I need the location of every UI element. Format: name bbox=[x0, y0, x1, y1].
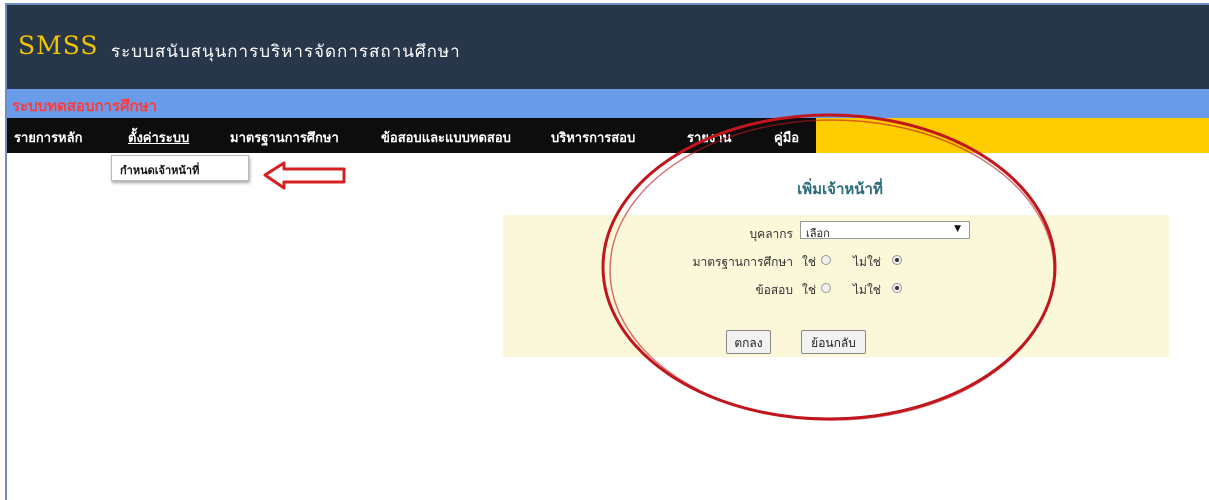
menu-item-settings[interactable]: ตั้งค่าระบบ bbox=[128, 127, 189, 148]
annotation-ellipse-icon bbox=[601, 113, 1057, 421]
menu-item-exams[interactable]: ข้อสอบและแบบทดสอบ bbox=[381, 127, 511, 148]
menu-item-standards[interactable]: มาตรฐานการศึกษา bbox=[230, 127, 339, 148]
settings-dropdown: กำหนดเจ้าหน้าที่ bbox=[111, 155, 249, 181]
app-logo: SMSS bbox=[18, 31, 99, 60]
dropdown-item-assign-staff[interactable]: กำหนดเจ้าหน้าที่ bbox=[120, 161, 199, 179]
menu-item-main[interactable]: รายการหลัก bbox=[14, 127, 82, 148]
system-name: ระบบทดสอบการศึกษา bbox=[12, 97, 157, 115]
app-subtitle: ระบบสนับสนุนการบริหารจัดการสถานศึกษา bbox=[111, 42, 461, 62]
annotation-arrow-icon bbox=[263, 161, 346, 190]
app-header: SMSS ระบบสนับสนุนการบริหารจัดการสถานศึกษ… bbox=[7, 5, 1209, 89]
